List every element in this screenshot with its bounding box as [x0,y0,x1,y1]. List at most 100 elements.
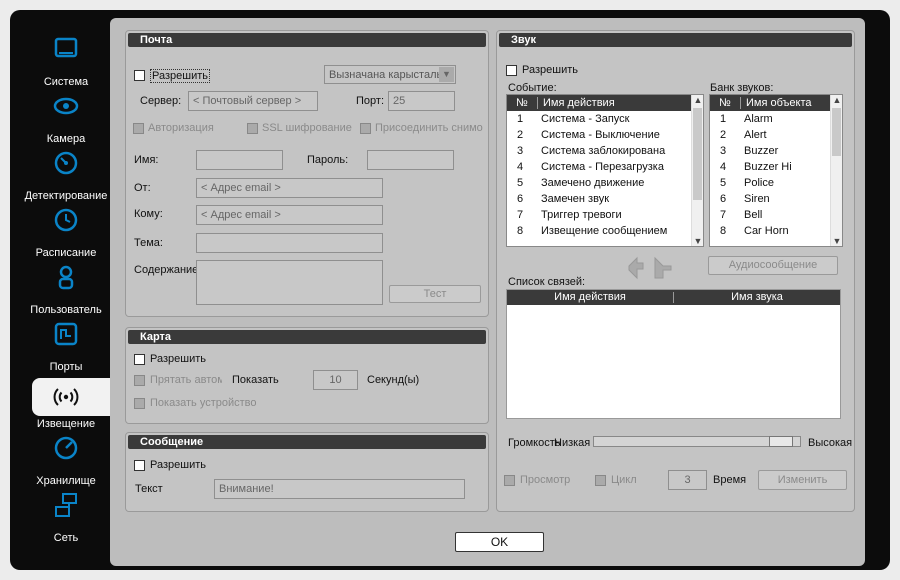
col-number: № [719,97,731,109]
message-panel-title: Сообщение [128,435,486,449]
remove-link-icon[interactable] [654,256,672,279]
test-button[interactable]: Тест [389,285,481,303]
time-input[interactable]: 3 [668,470,707,490]
list-item[interactable]: 3 Buzzer [710,143,842,159]
to-input[interactable]: < Адрес email > [196,205,383,225]
scroll-up-icon[interactable]: ▲ [831,95,842,105]
list-item[interactable]: 5 Police [710,175,842,191]
item-number: 3 [720,145,727,157]
mail-enable-label: Разрешить [150,69,210,83]
scroll-down-icon[interactable]: ▼ [831,236,842,246]
change-button[interactable]: Изменить [758,470,847,490]
volume-slider[interactable] [593,436,801,447]
list-item[interactable]: 4 Buzzer Hi [710,159,842,175]
volume-low-label: Низкая [554,437,591,449]
user-icon [58,265,74,290]
sidebar-item-notification[interactable]: Извещение [22,374,132,431]
ok-button[interactable]: OK [455,532,544,552]
item-name: Замечено движение [541,177,645,189]
item-number: 2 [720,129,727,141]
message-panel: Сообщение Разрешить Текст Внимание! [125,432,489,512]
audio-message-button[interactable]: Аудиосообщение [708,256,838,275]
ssl-checkbox[interactable] [247,123,258,134]
from-label: От: [134,182,151,194]
chevron-down-icon: ▼ [439,67,454,82]
add-link-icon[interactable] [628,256,644,280]
scroll-up-icon[interactable]: ▲ [692,95,703,105]
password-input[interactable] [367,150,454,170]
scroll-down-icon[interactable]: ▼ [692,236,703,246]
list-item[interactable]: 4 Система - Перезагрузка [507,159,703,175]
links-list[interactable]: Имя действия Имя звука [506,289,841,419]
message-enable-checkbox[interactable] [134,460,145,471]
event-list-header: № Имя действия [507,95,703,111]
item-name: Police [744,177,774,189]
item-number: 1 [517,113,524,125]
list-item[interactable]: 7 Триггер тревоги [507,207,703,223]
volume-high-label: Высокая [808,437,853,449]
name-input[interactable] [196,150,283,170]
list-item[interactable]: 6 Siren [710,191,842,207]
bank-scrollbar[interactable]: ▲ ▼ [830,95,842,246]
list-item[interactable]: 8 Car Horn [710,223,842,239]
show-device-checkbox[interactable] [134,398,145,409]
item-name: Триггер тревоги [541,209,622,221]
volume-slider-thumb[interactable] [768,436,793,447]
auth-label: Авторизация [148,122,214,134]
server-input[interactable]: < Почтовый сервер > [188,91,318,111]
item-name: Извещение сообщением [541,225,668,237]
sound-bank-list[interactable]: № Имя объекта 1 Alarm 2 Alert 3 Buzzer 4 Buzzer… [709,94,843,247]
sidebar-item-label: Детектирование [24,190,108,202]
item-number: 4 [517,161,524,173]
auth-checkbox[interactable] [133,123,144,134]
sound-enable-checkbox[interactable] [506,65,517,76]
sidebar-item-schedule[interactable]: Расписание [22,203,110,260]
item-name: Замечен звук [541,193,610,205]
list-item[interactable]: 1 Alarm [710,111,842,127]
sidebar-item-network[interactable]: Сеть [22,488,110,545]
list-item[interactable]: 6 Замечен звук [507,191,703,207]
seconds-input[interactable]: 10 [313,370,358,390]
list-item[interactable]: 5 Замечено движение [507,175,703,191]
map-panel-title: Карта [128,330,486,344]
preview-checkbox[interactable] [504,475,515,486]
link-arrows [628,256,672,280]
mail-enable-checkbox[interactable] [134,70,145,81]
port-input[interactable]: 25 [388,91,455,111]
sidebar-item-detection[interactable]: Детектирование [22,146,110,203]
list-item[interactable]: 1 Система - Запуск [507,111,703,127]
scrollbar-thumb[interactable] [832,108,841,156]
subject-label: Тема: [134,237,163,249]
dropdown-value: Вызначана карыстальн [329,69,449,81]
sidebar-item-ports[interactable]: Порты [22,317,110,374]
item-name: Buzzer Hi [744,161,792,173]
scrollbar-thumb[interactable] [693,108,702,200]
list-item[interactable]: 2 Alert [710,127,842,143]
attach-checkbox[interactable] [360,123,371,134]
subject-input[interactable] [196,233,383,253]
event-list[interactable]: № Имя действия 1 Система - Запуск 2 Система… [506,94,704,247]
list-item[interactable]: 3 Система заблокирована [507,143,703,159]
mail-provider-dropdown[interactable]: Вызначана карыстальн ▼ [324,65,456,84]
mail-panel: Почта Разрешить Вызначана карыстальн ▼ С… [125,30,489,317]
sidebar-item-user[interactable]: Пользователь [22,260,110,317]
loop-checkbox[interactable] [595,475,606,486]
list-item[interactable]: 8 Извещение сообщением [507,223,703,239]
map-enable-checkbox[interactable] [134,354,145,365]
storage-icon [54,436,78,460]
password-label: Пароль: [307,154,349,166]
sidebar-item-camera[interactable]: Камера [22,89,110,146]
content-textarea[interactable] [196,260,383,305]
hide-auto-checkbox[interactable] [134,375,145,386]
text-label: Текст [135,483,163,495]
message-text-input[interactable]: Внимание! [214,479,465,499]
sidebar-item-label: Извещение [36,418,96,430]
port-label: Порт: [356,95,384,107]
list-item[interactable]: 2 Система - Выключение [507,127,703,143]
sidebar-item-storage[interactable]: Хранилище [22,431,110,488]
sound-enable-label: Разрешить [522,64,578,76]
event-scrollbar[interactable]: ▲ ▼ [691,95,703,246]
sidebar-item-system[interactable]: Система [22,32,110,89]
list-item[interactable]: 7 Bell [710,207,842,223]
from-input[interactable]: < Адрес email > [196,178,383,198]
